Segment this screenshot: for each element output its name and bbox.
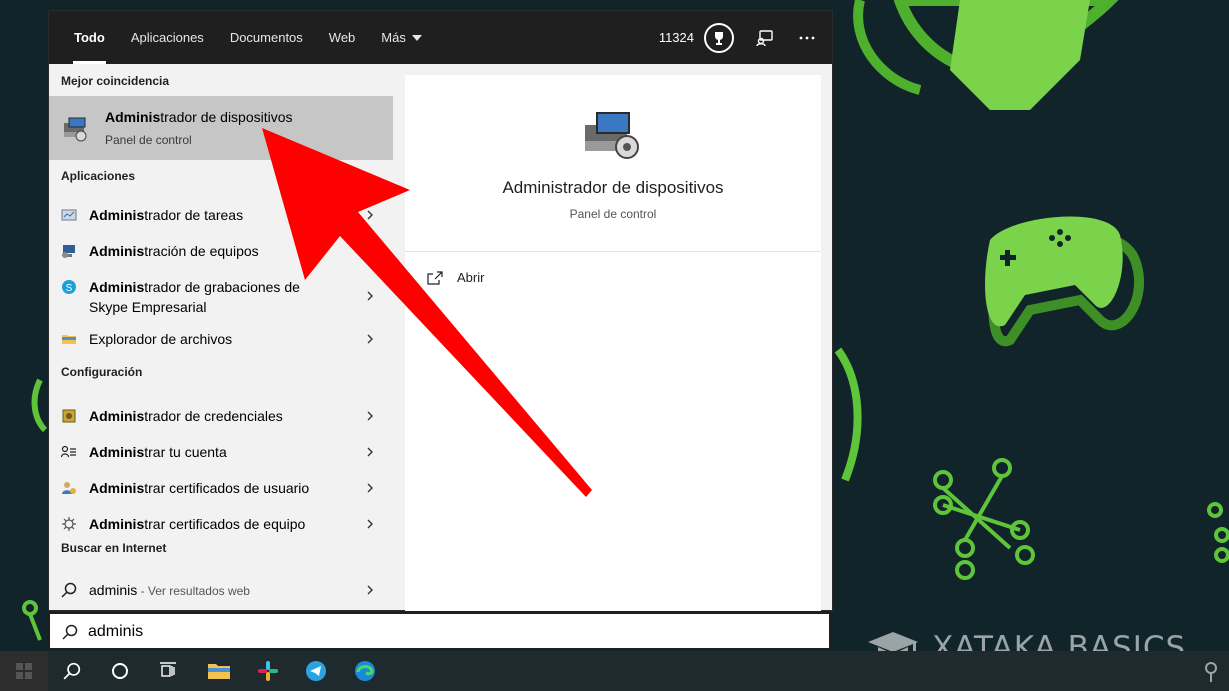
task-view-button[interactable] — [144, 651, 192, 691]
chevron-right-icon[interactable] — [365, 483, 375, 493]
computer-certificates-icon — [61, 516, 77, 532]
skype-icon: S — [61, 279, 77, 295]
rewards-points: 11324 — [658, 30, 694, 45]
section-apps: Aplicaciones — [61, 169, 136, 183]
result-credential-manager[interactable]: Administrador de credenciales — [49, 398, 393, 434]
search-box[interactable] — [48, 612, 831, 650]
slack-icon — [258, 661, 278, 681]
chevron-right-icon[interactable] — [365, 291, 375, 301]
tab-more-label: Más — [381, 30, 406, 45]
best-match-title: Administrador de dispositivos — [105, 109, 293, 125]
taskbar-slack[interactable] — [244, 651, 292, 691]
result-label: Administrar certificados de equipo — [89, 516, 306, 532]
chevron-right-icon[interactable] — [365, 585, 375, 595]
search-icon — [61, 582, 77, 598]
open-action[interactable]: Abrir — [427, 270, 484, 285]
section-settings: Configuración — [61, 365, 143, 379]
result-file-explorer[interactable]: Explorador de archivos — [49, 321, 393, 357]
device-manager-icon — [585, 112, 639, 159]
task-manager-icon — [61, 207, 77, 223]
taskbar-file-explorer[interactable] — [195, 651, 243, 691]
search-scope-tabs: Todo Aplicaciones Documentos Web Más 113… — [49, 11, 832, 64]
result-label: Administrador de grabaciones de Skype Emp… — [89, 279, 300, 315]
search-icon — [63, 662, 81, 680]
file-explorer-icon — [208, 664, 230, 679]
trophy-icon[interactable] — [704, 22, 734, 53]
result-label: Administración de equipos — [89, 243, 259, 259]
result-computer-management[interactable]: Administración de equipos — [49, 233, 393, 269]
result-user-certificates[interactable]: Administrar certificados de usuario — [49, 470, 393, 506]
more-options-icon[interactable] — [796, 27, 818, 49]
preview-title: Administrador de dispositivos — [502, 178, 724, 197]
best-match-subtitle: Panel de control — [105, 133, 192, 147]
tab-more[interactable]: Más — [368, 11, 435, 64]
preview-divider — [405, 251, 821, 252]
chevron-right-icon[interactable] — [365, 210, 375, 220]
results-list: Mejor coincidencia Administrador de disp… — [49, 64, 393, 611]
chevron-right-icon[interactable] — [365, 334, 375, 344]
chevron-down-icon — [411, 34, 422, 41]
chevron-right-icon[interactable] — [365, 447, 375, 457]
cortana-button[interactable] — [96, 651, 144, 691]
result-label: Explorador de archivos — [89, 331, 233, 347]
telegram-icon — [306, 661, 326, 681]
user-certificates-icon — [61, 480, 77, 496]
result-skype-recordings[interactable]: S Administrador de grabaciones de Skype E… — [49, 269, 393, 321]
location-icon[interactable] — [1201, 661, 1221, 683]
windows-start-icon — [16, 663, 32, 679]
search-icon — [62, 624, 78, 640]
preview-pane: Administrador de dispositivos Panel de c… — [405, 75, 821, 611]
topbar-actions: 11324 — [659, 11, 818, 64]
result-label: adminis - Ver resultados web — [89, 582, 250, 598]
result-label: Administrar certificados de usuario — [89, 480, 310, 496]
section-web: Buscar en Internet — [61, 541, 167, 555]
search-input[interactable] — [88, 620, 788, 644]
start-button[interactable] — [0, 651, 48, 691]
computer-management-icon — [61, 243, 77, 259]
preview-subtitle: Panel de control — [569, 207, 657, 221]
section-best-match: Mejor coincidencia — [61, 74, 170, 88]
chevron-right-icon[interactable] — [365, 411, 375, 421]
tab-all[interactable]: Todo — [61, 11, 118, 64]
device-manager-icon — [64, 117, 87, 142]
best-match-device-manager[interactable]: Administrador de dispositivos Panel de c… — [49, 96, 393, 160]
taskbar-telegram[interactable] — [292, 651, 340, 691]
tab-documents[interactable]: Documentos — [217, 11, 316, 64]
chevron-right-icon[interactable] — [365, 519, 375, 529]
result-computer-certificates[interactable]: Administrar certificados de equipo — [49, 506, 393, 542]
taskbar-search-button[interactable] — [48, 651, 96, 691]
open-icon — [427, 270, 443, 285]
tab-web[interactable]: Web — [316, 11, 369, 64]
start-search-panel: Todo Aplicaciones Documentos Web Más 113… — [48, 10, 833, 611]
svg-text:S: S — [66, 283, 73, 294]
taskbar — [0, 651, 1229, 691]
account-icon — [61, 444, 77, 460]
tab-apps[interactable]: Aplicaciones — [118, 11, 217, 64]
result-label: Administrar tu cuenta — [89, 444, 227, 460]
taskbar-edge[interactable] — [341, 651, 389, 691]
open-label: Abrir — [457, 270, 485, 285]
result-task-manager[interactable]: Administrador de tareas — [49, 197, 393, 233]
feedback-icon[interactable] — [754, 27, 776, 49]
credential-manager-icon — [61, 408, 77, 424]
result-manage-account[interactable]: Administrar tu cuenta — [49, 434, 393, 470]
folder-icon — [61, 331, 77, 347]
result-web-search[interactable]: adminis - Ver resultados web — [49, 572, 393, 608]
cortana-icon — [112, 663, 128, 679]
edge-icon — [355, 661, 375, 681]
result-label: Administrador de credenciales — [89, 408, 283, 424]
task-view-icon — [160, 662, 176, 677]
result-label: Administrador de tareas — [89, 207, 244, 223]
